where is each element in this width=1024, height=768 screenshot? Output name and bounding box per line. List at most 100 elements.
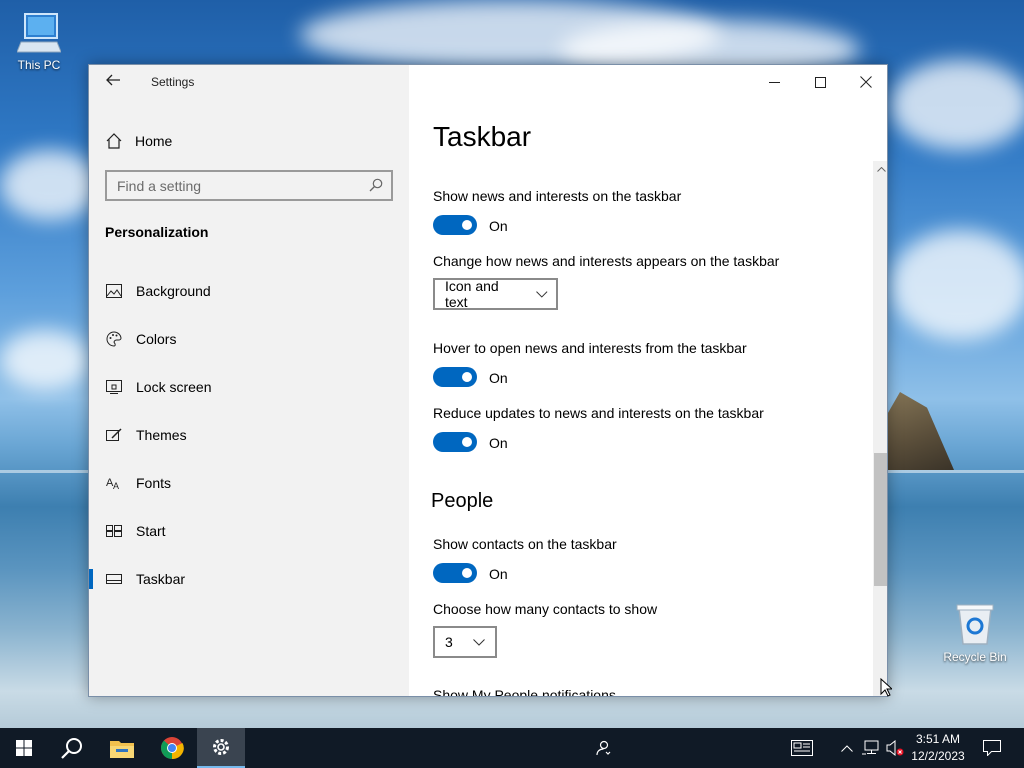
picture-icon: [106, 284, 122, 298]
minimize-button[interactable]: [751, 65, 797, 99]
setting-label: Show My People notifications: [433, 687, 616, 697]
window-controls: [751, 65, 887, 99]
chevron-up-icon: [841, 744, 853, 752]
people-heading: People: [431, 490, 494, 512]
desktop-icon-label: Recycle Bin: [943, 650, 1007, 664]
volume-button[interactable]: [884, 728, 906, 768]
close-icon: [860, 76, 872, 88]
sidebar-item-taskbar[interactable]: Taskbar: [89, 559, 409, 599]
scroll-thumb[interactable]: [874, 453, 887, 586]
sidebar-item-label: Colors: [136, 331, 177, 347]
search-icon: [369, 178, 383, 192]
home-icon: [106, 133, 122, 149]
chevron-down-icon: [536, 290, 548, 298]
clock-date: 12/2/2023: [911, 749, 965, 763]
svg-text:A: A: [113, 481, 119, 490]
people-icon: [596, 740, 611, 756]
setting-label: Choose how many contacts to show: [433, 601, 658, 617]
sidebar-item-background[interactable]: Background: [89, 271, 409, 311]
action-center-icon: [983, 740, 1001, 756]
search-icon: [61, 738, 82, 759]
hover-open-toggle[interactable]: [433, 367, 477, 387]
lock-screen-icon: [106, 380, 122, 394]
setting-label: Show news and interests on the taskbar: [433, 188, 682, 204]
maximize-icon: [814, 76, 826, 88]
minimize-icon: [768, 81, 780, 83]
sidebar-item-fonts[interactable]: AA Fonts: [89, 463, 409, 503]
window-title: Settings: [151, 75, 195, 89]
reduce-updates-toggle[interactable]: [433, 432, 477, 452]
main-content: Taskbar Show news and interests on the t…: [409, 65, 887, 697]
sidebar-item-themes[interactable]: Themes: [89, 415, 409, 455]
file-explorer-button[interactable]: [98, 728, 146, 768]
network-icon: [862, 740, 879, 755]
contacts-count-dropdown[interactable]: 3: [433, 626, 497, 658]
taskbar: 3:51 AM 12/2/2023: [0, 728, 1024, 768]
close-button[interactable]: [843, 65, 887, 99]
scrollbar[interactable]: [873, 161, 887, 696]
brush-icon: [106, 428, 122, 441]
dropdown-value: Icon and text: [445, 278, 499, 310]
toggle-state: On: [489, 218, 508, 234]
news-appearance-dropdown[interactable]: Icon and text: [433, 278, 558, 310]
desktop-icon-recycle-bin[interactable]: Recycle Bin: [940, 602, 1010, 664]
home-link[interactable]: Home: [105, 129, 172, 153]
chrome-button[interactable]: [148, 728, 196, 768]
toggle-state: On: [489, 566, 508, 582]
font-icon: AA: [106, 477, 119, 490]
sidebar-item-label: Background: [136, 283, 211, 299]
show-contacts-toggle[interactable]: [433, 563, 477, 583]
sidebar-item-label: Themes: [136, 427, 187, 443]
system-clock[interactable]: 3:51 AM 12/2/2023: [906, 731, 970, 765]
search-button[interactable]: [48, 728, 96, 768]
desktop-icon-this-pc[interactable]: This PC: [4, 12, 74, 72]
sidebar-item-start[interactable]: Start: [89, 511, 409, 551]
clock-time: 3:51 AM: [915, 732, 961, 746]
mouse-cursor-icon: [880, 678, 892, 697]
setting-label: Reduce updates to news and interests on …: [433, 405, 764, 421]
action-center-button[interactable]: [976, 728, 1008, 768]
news-interests-button[interactable]: [786, 728, 818, 768]
sidebar: Settings Home Personalization Background…: [89, 65, 409, 696]
maximize-button[interactable]: [797, 65, 843, 99]
settings-window: Settings Home Personalization Background…: [88, 64, 888, 697]
toggle-state: On: [489, 435, 508, 451]
network-button[interactable]: [860, 728, 882, 768]
home-label: Home: [135, 133, 173, 149]
settings-taskbar-button[interactable]: [197, 728, 245, 768]
page-title: Taskbar: [433, 121, 532, 152]
search-input[interactable]: [107, 172, 357, 199]
file-explorer-icon: [110, 741, 134, 758]
toggle-state: On: [489, 370, 508, 386]
section-label-personalization: Personalization: [105, 224, 209, 240]
start-button[interactable]: [0, 728, 48, 768]
sidebar-item-lock-screen[interactable]: Lock screen: [89, 367, 409, 407]
chevron-up-icon: [876, 166, 886, 172]
settings-gear-icon: [213, 739, 229, 755]
volume-muted-icon: [886, 740, 904, 756]
palette-icon: [106, 331, 122, 347]
show-hidden-icons-button[interactable]: [838, 728, 856, 768]
back-button[interactable]: [101, 71, 125, 93]
sidebar-item-label: Start: [136, 523, 166, 539]
people-button[interactable]: [590, 728, 616, 768]
news-icon: [791, 740, 813, 756]
scroll-up-button[interactable]: [873, 161, 887, 177]
setting-label: Show contacts on the taskbar: [433, 536, 617, 552]
chevron-down-icon: [472, 638, 485, 646]
dropdown-value: 3: [445, 634, 453, 650]
sidebar-item-colors[interactable]: Colors: [89, 319, 409, 359]
start-icon: [106, 525, 122, 537]
recycle-bin-icon: [956, 604, 994, 645]
chrome-icon: [161, 737, 184, 760]
desktop-icon-label: This PC: [17, 58, 61, 72]
arrow-left-icon: [106, 74, 120, 86]
title-bar: Settings: [89, 65, 409, 99]
search-box[interactable]: [105, 170, 393, 201]
computer-icon: [17, 13, 61, 53]
setting-label: Hover to open news and interests from th…: [433, 340, 747, 356]
windows-logo-icon: [16, 740, 32, 756]
news-interests-toggle[interactable]: [433, 215, 477, 235]
taskbar-icon: [106, 574, 122, 584]
setting-label: Change how news and interests appears on…: [433, 253, 780, 269]
